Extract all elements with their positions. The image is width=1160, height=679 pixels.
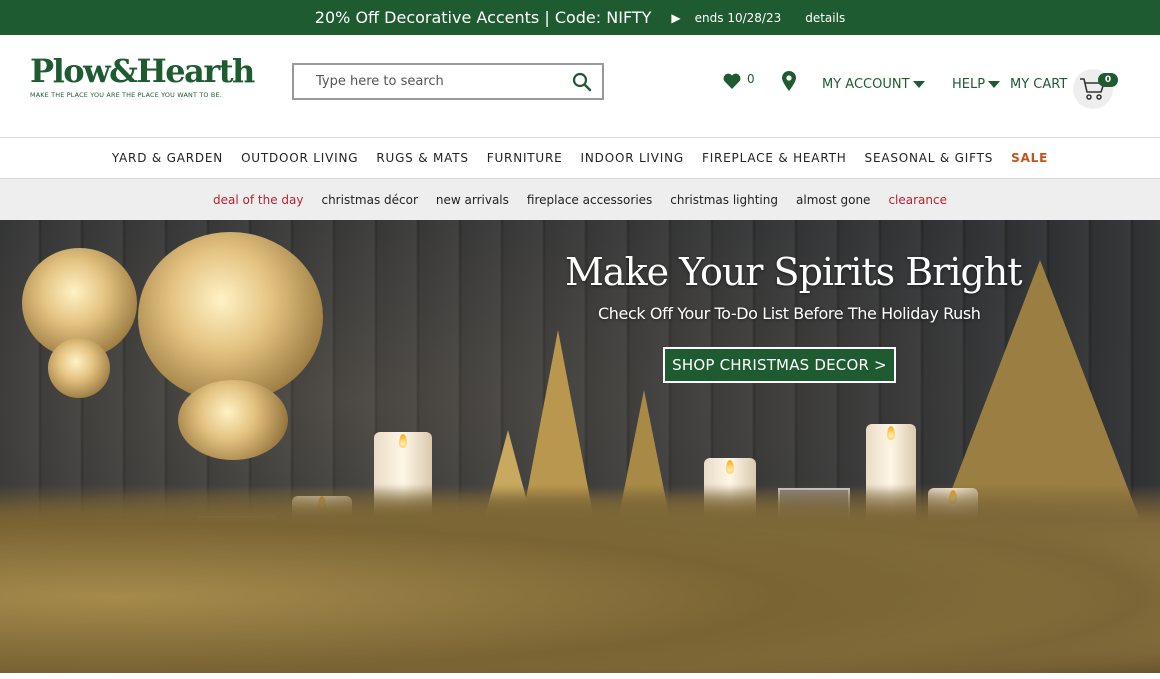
- my-account-label: MY ACCOUNT: [822, 77, 910, 92]
- main-nav: YARD & GARDEN OUTDOOR LIVING RUGS & MATS…: [0, 137, 1160, 179]
- sub-nav: deal of the day christmas décor new arri…: [0, 179, 1160, 220]
- subnav-almost-gone[interactable]: almost gone: [796, 193, 870, 207]
- subnav-new-arrivals[interactable]: new arrivals: [436, 193, 509, 207]
- promo-end-date: ends 10/28/23: [694, 10, 782, 25]
- logo-name: Plow&Hearth: [30, 52, 255, 90]
- logo-tagline: MAKE THE PLACE YOU ARE THE PLACE YOU WAN…: [30, 91, 222, 99]
- glass-ornament-image: [178, 380, 288, 460]
- nav-item-seasonal-gifts[interactable]: SEASONAL & GIFTS: [865, 151, 994, 165]
- nav-item-furniture[interactable]: FURNITURE: [487, 151, 563, 165]
- glass-ornament-image: [48, 338, 110, 398]
- nav-item-indoor-living[interactable]: INDOOR LIVING: [581, 151, 684, 165]
- site-header: Plow&Hearth MAKE THE PLACE YOU ARE THE P…: [0, 35, 1160, 137]
- search-input[interactable]: [314, 73, 564, 90]
- promo-message[interactable]: 20% Off Decorative Accents | Code: NIFTY: [315, 8, 652, 27]
- location-pin-icon[interactable]: [782, 71, 796, 91]
- logo[interactable]: Plow&Hearth MAKE THE PLACE YOU ARE THE P…: [30, 53, 270, 99]
- subnav-fireplace-accessories[interactable]: fireplace accessories: [527, 193, 652, 207]
- my-cart-label: MY CART: [1010, 77, 1068, 92]
- heart-icon[interactable]: [722, 71, 742, 91]
- nav-item-yard-garden[interactable]: YARD & GARDEN: [112, 151, 223, 165]
- hero-subtitle: Check Off Your To-Do List Before The Hol…: [598, 304, 981, 323]
- search-icon[interactable]: [572, 72, 592, 92]
- subnav-deal-of-the-day[interactable]: deal of the day: [213, 193, 303, 207]
- play-arrow-icon: ▶: [671, 10, 681, 25]
- help-menu[interactable]: HELP: [952, 77, 1001, 92]
- subnav-christmas-decor[interactable]: christmas décor: [321, 193, 417, 207]
- promo-bar: 20% Off Decorative Accents | Code: NIFTY…: [0, 0, 1160, 35]
- cart-count-badge: 0: [1098, 73, 1118, 87]
- glass-ornament-image: [138, 232, 323, 402]
- hero-banner[interactable]: Make Your Spirits Bright Check Off Your …: [0, 220, 1160, 673]
- subnav-clearance[interactable]: clearance: [888, 193, 947, 207]
- caret-down-icon: [912, 81, 925, 88]
- hero-title: Make Your Spirits Bright: [565, 250, 1023, 294]
- gold-tree-image: [940, 260, 1140, 520]
- search-box: [292, 63, 604, 100]
- nav-item-fireplace-hearth[interactable]: FIREPLACE & HEARTH: [702, 151, 847, 165]
- subnav-christmas-lighting[interactable]: christmas lighting: [670, 193, 778, 207]
- nav-item-outdoor-living[interactable]: OUTDOOR LIVING: [241, 151, 358, 165]
- nav-item-sale[interactable]: SALE: [1011, 151, 1048, 165]
- promo-details-link[interactable]: details: [805, 11, 845, 25]
- gold-garland-image: [0, 483, 1160, 673]
- my-cart-link[interactable]: MY CART: [1010, 77, 1067, 92]
- caret-down-icon: [988, 81, 1001, 88]
- wishlist-count: 0: [747, 72, 755, 86]
- shop-christmas-decor-button[interactable]: SHOP CHRISTMAS DECOR >: [663, 347, 896, 383]
- help-label: HELP: [952, 77, 986, 92]
- my-account-menu[interactable]: MY ACCOUNT: [822, 77, 925, 92]
- nav-item-rugs-mats[interactable]: RUGS & MATS: [376, 151, 468, 165]
